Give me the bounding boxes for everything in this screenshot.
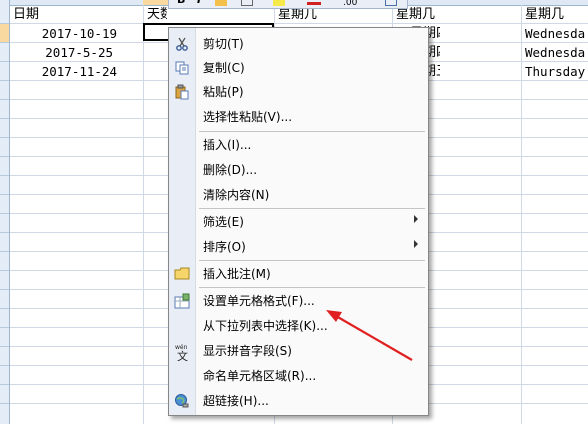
menu-item-name-range[interactable]: 命名单元格区域(R)... [169, 364, 428, 388]
menu-item-label: 命名单元格区域(R)... [203, 369, 317, 383]
decrease-decimal-button[interactable]: .00 [343, 0, 357, 8]
svg-text:文: 文 [177, 349, 188, 361]
menu-item-cut[interactable]: 剪切(T) [169, 32, 428, 56]
italic-button[interactable]: I [197, 0, 201, 6]
paste-icon [174, 84, 190, 100]
date-cell[interactable]: 2017-5-25 [12, 43, 113, 62]
menu-item-format-cells[interactable]: 设置单元格格式(F)... [169, 289, 428, 313]
copy-icon [174, 60, 190, 76]
bold-button[interactable]: B [177, 0, 185, 6]
menu-item-label: 复制(C) [203, 61, 245, 75]
menu-item-copy[interactable]: 复制(C) [169, 56, 428, 80]
font-color-icon[interactable] [307, 2, 321, 5]
menu-item-label: 超链接(H)... [203, 394, 269, 408]
menu-item-phonetic[interactable]: wén 文 显示拼音字段(S) [169, 339, 428, 363]
submenu-arrow-icon [414, 215, 418, 223]
menu-item-hyperlink[interactable]: 超链接(H)... [169, 389, 428, 413]
weekday-en-cell[interactable]: Thursday [525, 62, 588, 81]
header-cell-days[interactable]: 天数 [147, 5, 167, 24]
selected-row-header[interactable] [0, 24, 9, 42]
borders-icon[interactable] [241, 0, 253, 6]
weekday-en-cell[interactable]: Wednesda [525, 43, 588, 62]
menu-item-pick-from-list[interactable]: 从下拉列表中选择(K)... [169, 314, 428, 338]
menu-item-label: 粘贴(P) [203, 85, 244, 99]
format-painter-icon[interactable] [385, 0, 397, 6]
menu-separator [199, 131, 425, 132]
menu-item-label: 选择性粘贴(V)... [203, 110, 293, 124]
weekday-en-cell[interactable]: Wednesda [525, 24, 588, 43]
menu-item-label: 剪切(T) [203, 37, 244, 51]
menu-item-insert-comment[interactable]: 插入批注(M) [169, 262, 428, 286]
menu-item-label: 从下拉列表中选择(K)... [203, 319, 328, 333]
header-cell-weekday-e[interactable]: 星期几 [525, 5, 587, 24]
menu-separator [199, 208, 425, 209]
comment-icon [174, 266, 190, 282]
highlight-icon[interactable] [215, 0, 227, 6]
menu-item-delete[interactable]: 删除(D)... [169, 158, 428, 182]
menu-item-filter[interactable]: 筛选(E) [169, 210, 428, 234]
phonetic-icon: wén 文 [174, 343, 190, 363]
menu-item-paste-special[interactable]: 选择性粘贴(V)... [169, 105, 428, 129]
menu-item-sort[interactable]: 排序(O) [169, 235, 428, 259]
menu-item-paste[interactable]: 粘贴(P) [169, 80, 428, 104]
hyperlink-icon [174, 393, 190, 409]
menu-item-label: 删除(D)... [203, 163, 258, 177]
date-cell[interactable]: 2017-10-19 [12, 24, 117, 43]
menu-item-label: 清除内容(N) [203, 188, 270, 202]
menu-separator [199, 260, 425, 261]
menu-item-label: 设置单元格格式(F)... [203, 294, 315, 308]
menu-item-label: 筛选(E) [203, 215, 244, 229]
menu-item-label: 排序(O) [203, 240, 246, 254]
menu-item-clear-contents[interactable]: 清除内容(N) [169, 183, 428, 207]
fill-color-icon[interactable] [273, 0, 285, 6]
menu-item-label: 插入批注(M) [203, 267, 271, 281]
menu-separator [199, 287, 425, 288]
scissors-icon [174, 36, 190, 52]
header-cell-date[interactable]: 日期 [13, 5, 141, 24]
menu-item-label: 显示拼音字段(S) [203, 344, 292, 358]
submenu-arrow-icon [414, 240, 418, 248]
row-header-strip[interactable] [0, 0, 10, 424]
menu-item-label: 插入(I)... [203, 138, 252, 152]
date-cell[interactable]: 2017-11-24 [12, 62, 117, 81]
menu-item-insert[interactable]: 插入(I)... [169, 133, 428, 157]
format-cells-icon [174, 293, 190, 309]
mini-toolbar[interactable]: B I .00 [168, 0, 408, 9]
context-menu[interactable]: 剪切(T) 复制(C) 粘贴(P) 选择性粘贴(V)... 插入(I)... 删… [168, 27, 429, 416]
